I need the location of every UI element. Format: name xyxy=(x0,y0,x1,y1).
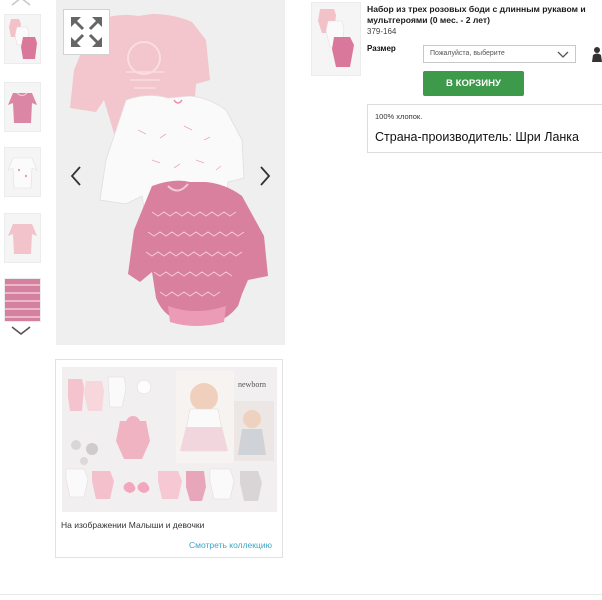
chevron-right-icon[interactable] xyxy=(255,163,275,189)
product-description: 100% хлопок. Страна-производитель: Шри Л… xyxy=(367,104,602,153)
size-select[interactable]: Пожалуйста, выберите xyxy=(423,45,576,63)
collection-promo: newborn На изображении Малыши и девочки … xyxy=(55,359,283,558)
thumbnail-2[interactable] xyxy=(4,82,41,132)
product-mini-image[interactable] xyxy=(311,2,361,76)
add-to-cart-button[interactable]: В КОРЗИНУ xyxy=(423,71,524,96)
promo-caption: На изображении Малыши и девочки xyxy=(61,520,205,530)
thumbnail-3[interactable] xyxy=(4,147,41,197)
thumbnail-4[interactable] xyxy=(4,213,41,263)
chevron-down-icon xyxy=(557,51,569,58)
thumbnail-strip xyxy=(0,0,44,345)
view-collection-link[interactable]: Смотреть коллекцию xyxy=(189,540,272,550)
product-title: Набор из трех розовых боди с длинным рук… xyxy=(367,4,586,25)
expand-arrows-icon xyxy=(71,17,102,47)
main-product-image xyxy=(56,0,285,345)
thumbnail-1[interactable] xyxy=(4,14,41,64)
country-text: Страна-производитель: Шри Ланка xyxy=(375,130,580,144)
collection-image[interactable]: newborn xyxy=(62,367,277,512)
chevron-up-icon[interactable] xyxy=(8,0,34,8)
divider xyxy=(0,594,602,595)
zoom-button[interactable] xyxy=(63,9,110,55)
size-label: Размер xyxy=(367,44,396,53)
brand-text: newborn xyxy=(238,380,266,389)
composition-text: 100% хлопок. xyxy=(375,112,423,121)
chevron-left-icon[interactable] xyxy=(66,163,86,189)
product-code: 379-164 xyxy=(367,27,397,36)
size-select-value: Пожалуйста, выберите xyxy=(430,50,505,57)
chevron-down-icon[interactable] xyxy=(8,324,34,338)
size-guide-icon[interactable] xyxy=(587,44,602,64)
thumbnail-5[interactable] xyxy=(4,278,41,322)
